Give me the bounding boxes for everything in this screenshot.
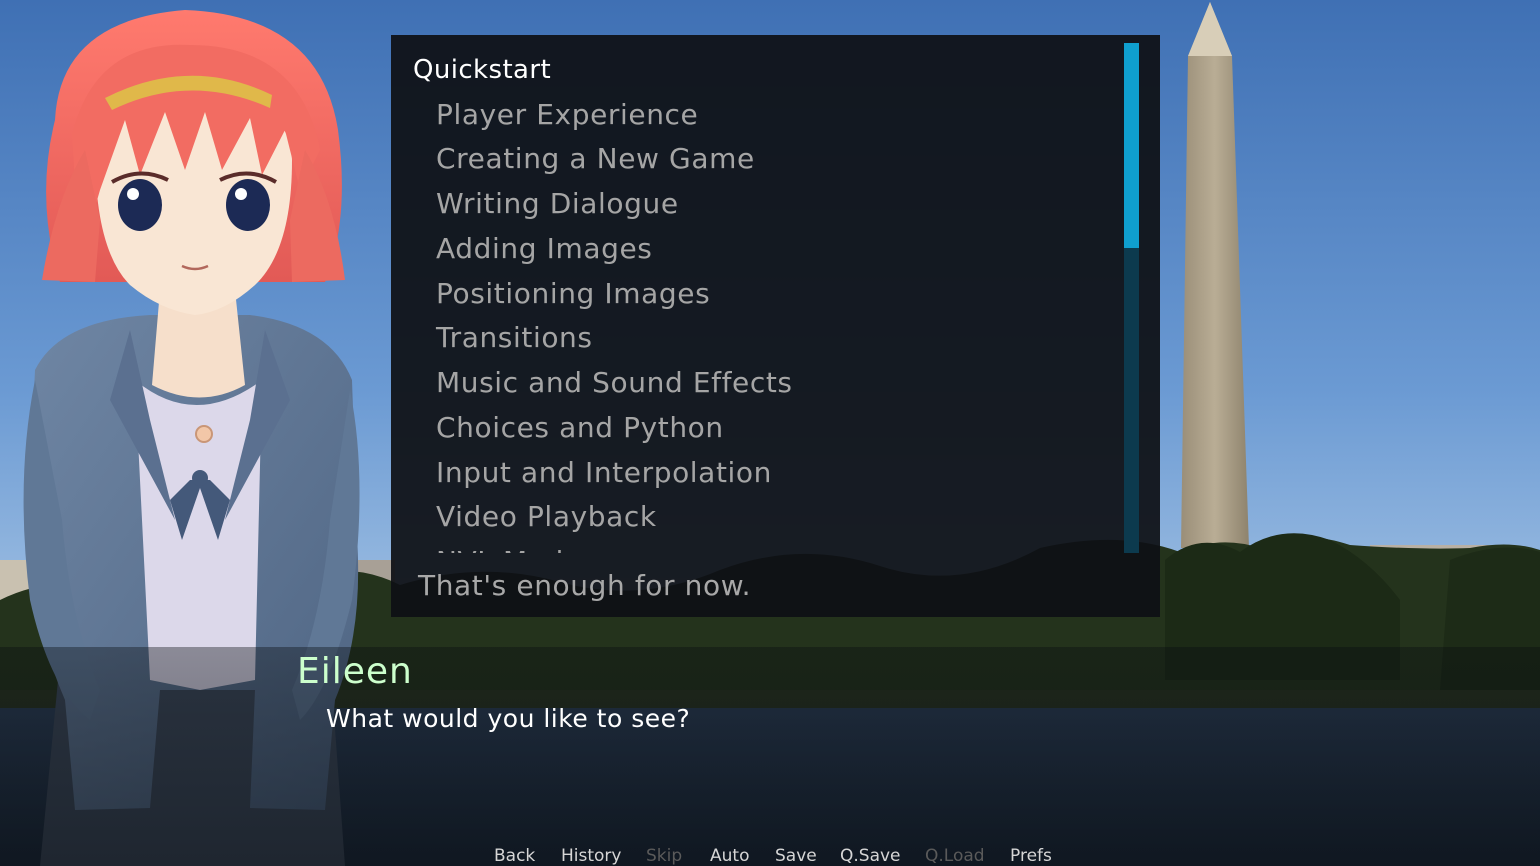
menu-item-creating-new-game[interactable]: Creating a New Game: [436, 142, 755, 175]
menu-item-writing-dialogue[interactable]: Writing Dialogue: [436, 187, 679, 220]
quick-menu-save-button[interactable]: Save: [775, 846, 817, 866]
menu-item-transitions[interactable]: Transitions: [436, 321, 593, 354]
menu-heading-quickstart: Quickstart: [413, 55, 552, 85]
quick-menu-auto-button[interactable]: Auto: [710, 846, 749, 866]
speaker-name: Eileen: [297, 651, 413, 692]
menu-item-player-experience[interactable]: Player Experience: [436, 98, 698, 131]
menu-item-choices-python[interactable]: Choices and Python: [436, 411, 724, 444]
enough-for-now-button[interactable]: That's enough for now.: [418, 569, 751, 602]
dialogue-window[interactable]: [0, 647, 1540, 866]
quick-menu-back-button[interactable]: Back: [494, 846, 535, 866]
quick-menu: Back History Skip Auto Save Q.Save Q.Loa…: [0, 846, 1540, 866]
choice-menu-list[interactable]: Quickstart Player Experience Creating a …: [391, 35, 1115, 553]
menu-item-music-sound[interactable]: Music and Sound Effects: [436, 366, 793, 399]
menu-scrollbar[interactable]: [1124, 43, 1139, 553]
menu-item-video-playback[interactable]: Video Playback: [436, 500, 657, 533]
quick-menu-skip-button[interactable]: Skip: [646, 846, 682, 866]
dialogue-text: What would you like to see?: [326, 704, 691, 733]
menu-item-positioning-images[interactable]: Positioning Images: [436, 277, 710, 310]
menu-item-input-interpolation[interactable]: Input and Interpolation: [436, 456, 772, 489]
menu-item-adding-images[interactable]: Adding Images: [436, 232, 653, 265]
menu-scrollbar-thumb[interactable]: [1124, 43, 1139, 248]
choice-menu-panel: Quickstart Player Experience Creating a …: [391, 35, 1160, 617]
quick-menu-qload-button[interactable]: Q.Load: [925, 846, 985, 866]
quick-menu-history-button[interactable]: History: [561, 846, 621, 866]
quick-menu-qsave-button[interactable]: Q.Save: [840, 846, 901, 866]
quick-menu-prefs-button[interactable]: Prefs: [1010, 846, 1052, 866]
menu-item-nvl-mode[interactable]: NVL Mode: [436, 545, 582, 553]
